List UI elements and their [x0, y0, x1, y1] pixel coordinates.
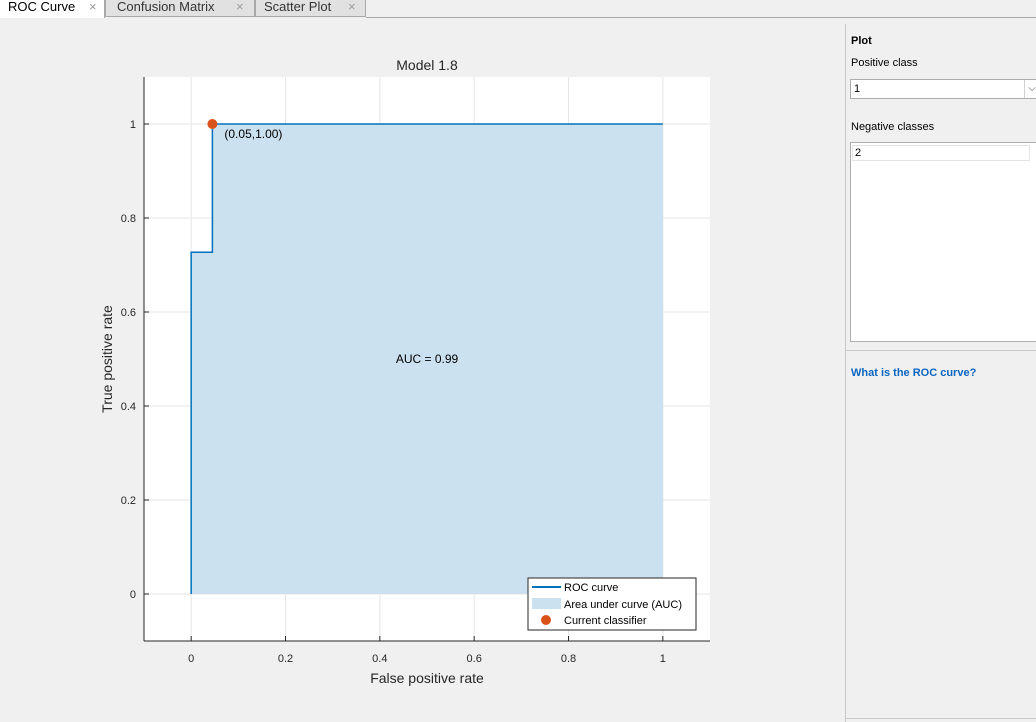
close-icon[interactable]: ×	[236, 0, 244, 14]
x-tick-label: 0	[188, 653, 194, 665]
auc-annotation: AUC = 0.99	[396, 352, 459, 366]
roc-chart: 0 0.2 0.4 0.6 0.8 1 0 0.2 0.4 0.6 0.8 1 Model 1.8 F…	[99, 57, 710, 686]
y-tick-label: 0.8	[121, 213, 136, 225]
legend-auc-swatch	[532, 598, 561, 609]
divider	[846, 718, 1036, 719]
tab-roc-curve-label: ROC Curve	[8, 0, 76, 14]
y-tick-label: 1	[130, 119, 136, 131]
roc-help-link[interactable]: What is the ROC curve?	[851, 367, 976, 379]
tab-roc-curve[interactable]: ROC Curve ×	[0, 0, 105, 18]
y-axis-label: True positive rate	[99, 305, 115, 413]
negative-classes-label: Negative classes	[851, 121, 935, 133]
y-tick-label: 0.4	[121, 401, 136, 413]
tab-bar: ROC Curve × Confusion Matrix × Scatter P…	[0, 0, 1036, 18]
x-axis-label: False positive rate	[370, 670, 484, 686]
x-tick-label: 0.4	[372, 653, 387, 665]
chevron-down-icon[interactable]: ⌵	[1024, 80, 1036, 98]
chart-title: Model 1.8	[396, 57, 458, 73]
current-classifier-point	[207, 119, 218, 129]
x-tick-label: 0.6	[467, 653, 482, 665]
x-tick-label: 0.8	[561, 653, 576, 665]
list-item[interactable]: 2	[852, 145, 1030, 161]
positive-class-label: Positive class	[851, 57, 918, 69]
close-icon[interactable]: ×	[89, 0, 97, 14]
legend-classifier-swatch	[541, 615, 551, 625]
x-tick-label: 1	[660, 653, 666, 665]
current-classifier-label: (0.05,1.00)	[224, 127, 282, 141]
x-tick-label: 0.2	[278, 653, 293, 665]
tab-scatter-plot[interactable]: Scatter Plot ×	[255, 0, 366, 17]
plot-section-title: Plot	[851, 35, 872, 47]
close-icon[interactable]: ×	[348, 0, 356, 14]
legend-roc-label: ROC curve	[564, 582, 618, 594]
positive-class-select[interactable]: 1 ⌵	[850, 79, 1036, 99]
legend-classifier-label: Current classifier	[564, 615, 647, 627]
negative-classes-list[interactable]: 2	[850, 142, 1036, 342]
side-panel: Plot Positive class 1 ⌵ Negative classes…	[845, 24, 1036, 722]
positive-class-value: 1	[854, 83, 861, 95]
y-tick-label: 0.6	[121, 307, 136, 319]
y-tick-label: 0	[130, 589, 136, 601]
tab-scatter-plot-label: Scatter Plot	[264, 0, 332, 14]
tab-confusion-matrix[interactable]: Confusion Matrix ×	[105, 0, 255, 17]
legend: ROC curve Area under curve (AUC) Current…	[527, 577, 697, 631]
legend-auc-label: Area under curve (AUC)	[564, 599, 682, 611]
tab-confusion-matrix-label: Confusion Matrix	[117, 0, 215, 14]
y-tick-label: 0.2	[121, 495, 136, 507]
divider	[846, 350, 1036, 351]
